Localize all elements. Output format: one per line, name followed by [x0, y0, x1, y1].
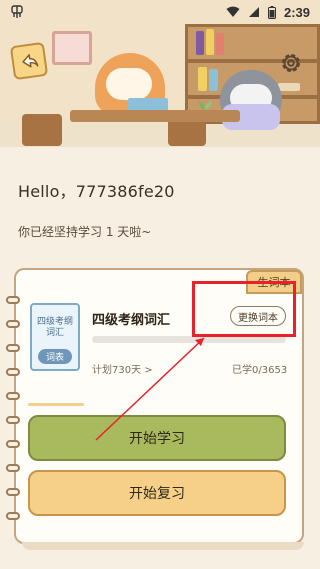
settings-button[interactable] — [276, 48, 306, 78]
status-bar: 2:39 — [0, 0, 320, 24]
chair — [22, 114, 62, 146]
table — [70, 110, 240, 122]
wifi-icon — [226, 6, 240, 18]
gear-icon — [279, 51, 303, 75]
binder-ring — [6, 440, 20, 448]
binder-ring — [6, 512, 20, 520]
book — [278, 83, 300, 91]
divider — [28, 403, 84, 406]
wordbook-cover[interactable]: 四级考纲词汇 词表 — [30, 303, 80, 371]
start-review-button[interactable]: 开始复习 — [28, 470, 286, 516]
binder-ring — [6, 392, 20, 400]
plan-link[interactable]: 计划730天 > — [92, 361, 153, 376]
binder-ring — [6, 416, 20, 424]
binder-ring — [6, 296, 20, 304]
book — [196, 31, 204, 55]
battery-icon — [267, 5, 276, 19]
streak-text: 你已经坚持学习 1 天啦~ — [18, 225, 152, 239]
app-notification-icon — [10, 5, 24, 19]
book — [216, 33, 224, 55]
status-time: 2:39 — [283, 4, 310, 20]
binder-ring — [6, 344, 20, 352]
learned-count: 已学0/3653 — [232, 365, 288, 376]
vocab-notebook-tab[interactable]: 生词本 — [246, 270, 302, 294]
book — [206, 29, 214, 55]
wordbook-name: 四级考纲词汇 — [92, 313, 171, 328]
binder-ring — [6, 368, 20, 376]
card-shadow — [22, 542, 304, 550]
book — [198, 67, 207, 91]
share-arrow-icon — [18, 50, 41, 73]
cover-tag: 词表 — [37, 349, 72, 364]
orange-hamster-face — [106, 68, 152, 100]
start-learning-button[interactable]: 开始学习 — [28, 415, 286, 461]
share-button[interactable] — [9, 41, 49, 81]
signal-icon — [248, 6, 260, 18]
binder-ring — [6, 464, 20, 472]
wall-picture-frame — [52, 31, 92, 65]
greeting-title: Hello，777386fe20 — [18, 182, 175, 201]
cover-title: 四级考纲词汇 — [36, 317, 73, 338]
progress-bar — [92, 336, 286, 343]
binder-ring — [6, 320, 20, 328]
binder-ring — [6, 488, 20, 496]
change-wordbook-button[interactable]: 更换词本 — [230, 306, 286, 326]
book — [209, 69, 218, 91]
